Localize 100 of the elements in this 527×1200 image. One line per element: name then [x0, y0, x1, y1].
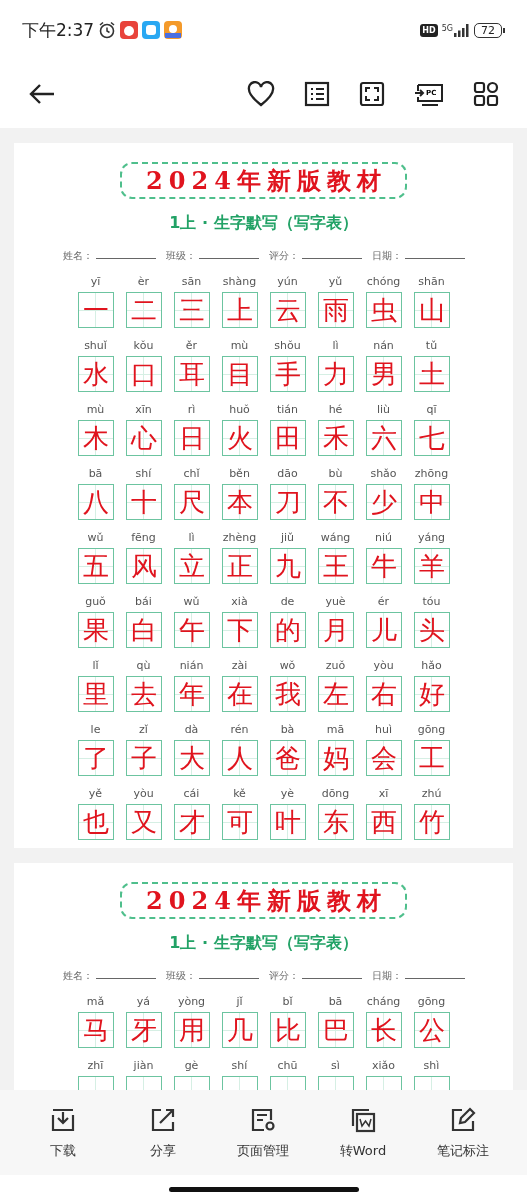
hd-badge: HD	[420, 23, 438, 37]
pinyin-text: běn	[229, 467, 250, 481]
pinyin-text: qī	[426, 403, 437, 417]
character-cell: 正	[221, 548, 258, 584]
word-button[interactable]: 转Word	[313, 1090, 413, 1175]
pinyin-text: dōng	[321, 787, 350, 801]
pinyin-text: chǐ	[183, 467, 200, 481]
character-cell: 口	[125, 356, 162, 392]
pinyin-text: yī	[90, 275, 101, 289]
pinyin-text: zhōng	[414, 467, 449, 481]
character-cell: 左	[317, 676, 354, 712]
pinyin-text: zài	[231, 659, 248, 673]
character-cell: 比	[269, 1012, 306, 1048]
app-icon	[164, 21, 183, 39]
pinyin-text: ér	[377, 595, 390, 609]
pages-button[interactable]: 页面管理	[213, 1090, 313, 1175]
share-button[interactable]: 分享	[113, 1090, 213, 1175]
pinyin-text: sān	[181, 275, 202, 289]
pinyin-text: zhī	[87, 1059, 104, 1073]
character-cell: 会	[365, 740, 402, 776]
app-icon	[142, 21, 161, 39]
character-cell: 禾	[317, 420, 354, 456]
fullscreen-button[interactable]	[359, 81, 385, 107]
pinyin-text: xià	[231, 595, 248, 609]
pinyin-text: shí	[231, 1059, 248, 1073]
pinyin-text: cháng	[366, 995, 401, 1009]
heart-button[interactable]	[247, 81, 275, 107]
download-icon	[50, 1107, 76, 1133]
character-cell: 六	[365, 420, 402, 456]
character-cell: 风	[125, 548, 162, 584]
pinyin-text: lì	[188, 531, 195, 545]
character-cell: 月	[317, 612, 354, 648]
character-cell: 雨	[317, 292, 354, 328]
character-cell: 了	[77, 740, 114, 776]
grid-icon	[473, 81, 499, 107]
field-label: 日期：	[371, 970, 402, 981]
character-cell: 少	[365, 484, 402, 520]
character-cell: 三	[173, 292, 210, 328]
character-cell: 马	[77, 1012, 114, 1048]
annotate-button[interactable]: 笔记标注	[413, 1090, 513, 1175]
edit-icon	[450, 1107, 476, 1133]
pinyin-text: huì	[375, 723, 392, 737]
pinyin-text: bà	[280, 723, 295, 737]
character-cell: 长	[365, 1012, 402, 1048]
pinyin-text: gōng	[417, 723, 446, 737]
character-cell: 又	[125, 804, 162, 840]
character-cell: 云	[269, 292, 306, 328]
word-document-icon	[350, 1107, 376, 1133]
character-cell: 火	[221, 420, 258, 456]
pinyin-text: fēng	[131, 531, 156, 545]
pinyin-text: zuǒ	[325, 659, 346, 673]
pinyin-text: yǔ	[328, 275, 343, 289]
pinyin-text: wǔ	[87, 531, 104, 545]
pinyin-text: niú	[375, 531, 392, 545]
pinyin-text: bái	[135, 595, 152, 609]
pinyin-text: shì	[423, 1059, 440, 1073]
pinyin-text: shàng	[222, 275, 257, 289]
back-button[interactable]	[28, 82, 56, 106]
character-cell: 的	[269, 612, 306, 648]
pinyin-text: tǔ	[425, 339, 438, 353]
character-cell: 山	[413, 292, 450, 328]
character-cell: 手	[269, 356, 306, 392]
character-cell: 才	[173, 804, 210, 840]
field-label: 姓名：	[62, 250, 93, 261]
pinyin-text: zhú	[421, 787, 442, 801]
pinyin-text: cái	[183, 787, 200, 801]
character-cell: 公	[413, 1012, 450, 1048]
character-cell: 牙	[125, 1012, 162, 1048]
pinyin-text: nián	[179, 659, 204, 673]
pinyin-text: yáng	[417, 531, 446, 545]
fullscreen-icon	[359, 81, 385, 107]
pinyin-text: mǎ	[86, 995, 105, 1009]
character-cell: 里	[77, 676, 114, 712]
pinyin-text: lǐ	[92, 659, 99, 673]
list-button[interactable]	[304, 81, 330, 107]
character-cell: 人	[221, 740, 258, 776]
character-cell: 五	[77, 548, 114, 584]
pinyin-text: yuè	[325, 595, 346, 609]
pinyin-text: jiǔ	[280, 531, 295, 545]
character-cell: 工	[413, 740, 450, 776]
pinyin-text: de	[280, 595, 295, 609]
pinyin-text: xīn	[135, 403, 152, 417]
character-cell: 目	[221, 356, 258, 392]
character-cell: 爸	[269, 740, 306, 776]
character-cell: 田	[269, 420, 306, 456]
character-cell: 年	[173, 676, 210, 712]
character-cell: 心	[125, 420, 162, 456]
pinyin-text: qù	[136, 659, 151, 673]
pinyin-text: le	[90, 723, 101, 737]
character-cell: 日	[173, 420, 210, 456]
character-cell: 九	[269, 548, 306, 584]
character-cell: 尺	[173, 484, 210, 520]
grid-button[interactable]	[473, 81, 499, 107]
download-button[interactable]: 下载	[13, 1090, 113, 1175]
character-cell: 妈	[317, 740, 354, 776]
alarm-icon	[98, 21, 117, 39]
pinyin-text: èr	[137, 275, 150, 289]
pinyin-text: shǒu	[274, 339, 301, 353]
pinyin-text: jiàn	[133, 1059, 154, 1073]
character-cell: 七	[413, 420, 450, 456]
